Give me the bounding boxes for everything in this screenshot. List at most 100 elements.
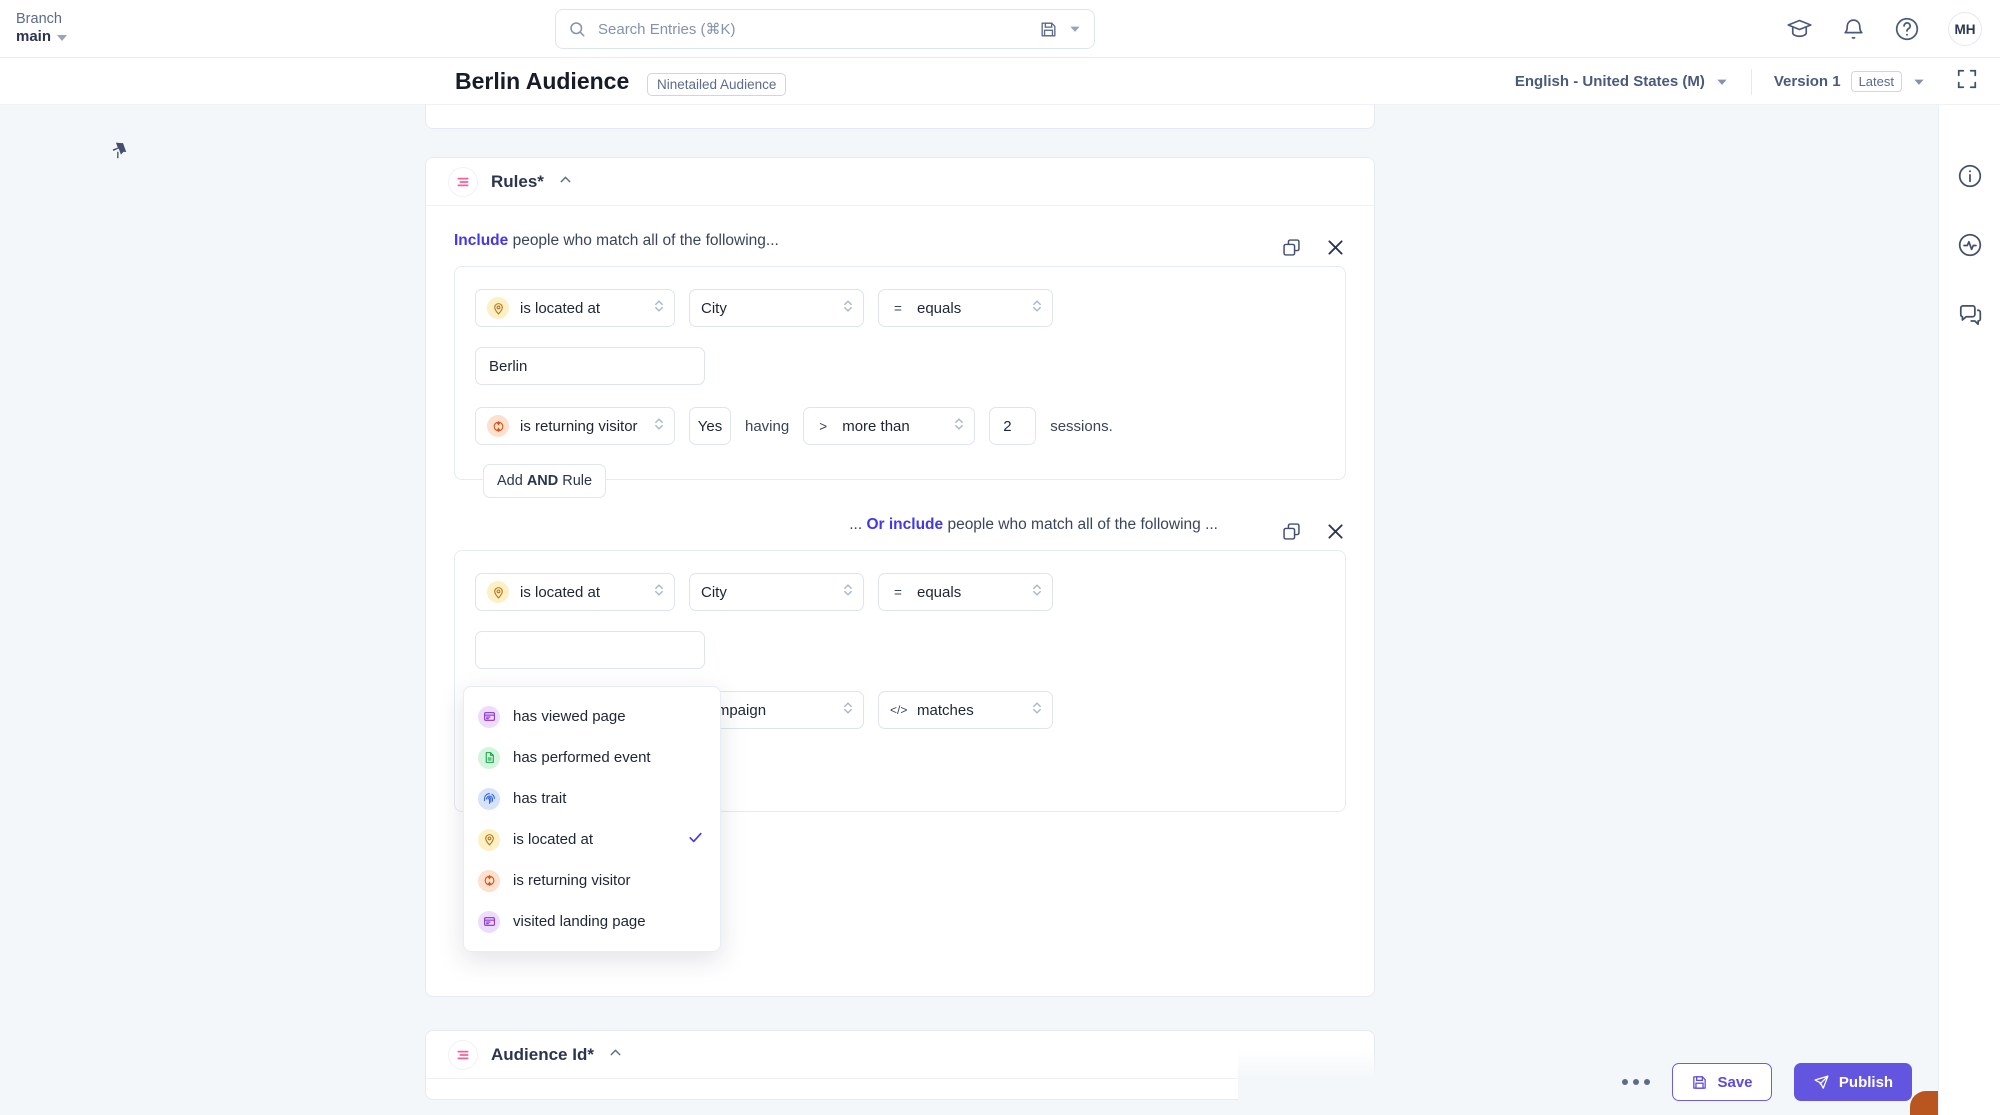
comparator-value: more than bbox=[842, 417, 910, 435]
more-options-button[interactable] bbox=[1622, 1079, 1650, 1085]
updown-icon bbox=[1031, 298, 1043, 318]
save-entry-icon[interactable] bbox=[1039, 20, 1058, 39]
branch-selector[interactable]: Branch main bbox=[16, 10, 68, 47]
save-button[interactable]: Save bbox=[1672, 1063, 1772, 1101]
rule-group-2-actions bbox=[1277, 517, 1349, 545]
property-select[interactable]: City bbox=[689, 289, 864, 327]
audience-id-section-title: Audience Id* bbox=[491, 1044, 594, 1064]
value-input[interactable] bbox=[475, 631, 705, 669]
menu-item-visited-landing-page[interactable]: visited landing page bbox=[464, 901, 720, 942]
version-label: Version 1 bbox=[1773, 73, 1841, 90]
updown-icon bbox=[842, 700, 854, 720]
menu-item-label: is located at bbox=[513, 831, 594, 848]
action-bar: Save Publish bbox=[1238, 1049, 1938, 1115]
updown-icon bbox=[953, 416, 965, 436]
fullscreen-icon[interactable] bbox=[1956, 68, 1978, 95]
branch-name-text: main bbox=[16, 28, 52, 46]
info-icon[interactable] bbox=[1957, 163, 1983, 194]
operator-select[interactable]: = equals bbox=[878, 573, 1053, 611]
chevron-down-icon[interactable] bbox=[1068, 22, 1082, 36]
or-prefix: ... bbox=[849, 516, 867, 533]
page-header: Berlin Audience Ninetailed Audience Engl… bbox=[0, 58, 2000, 105]
rule-row: is returning visitor Yes having > more t… bbox=[475, 407, 1325, 445]
menu-item-label: is returning visitor bbox=[513, 872, 631, 889]
equals-icon: = bbox=[894, 584, 902, 600]
menu-item-has-performed-event[interactable]: has performed event bbox=[464, 737, 720, 778]
audience-id-card-header[interactable]: Audience Id* bbox=[426, 1031, 1374, 1079]
duplicate-group-button[interactable] bbox=[1277, 517, 1305, 545]
save-icon bbox=[1693, 1075, 1707, 1089]
code-icon: </> bbox=[890, 703, 908, 717]
attribute-value: is returning visitor bbox=[520, 417, 638, 435]
help-icon[interactable] bbox=[1894, 16, 1920, 42]
branch-name[interactable]: main bbox=[16, 28, 68, 47]
previous-section-card bbox=[425, 105, 1375, 129]
menu-item-label: has viewed page bbox=[513, 708, 626, 725]
session-count-input[interactable]: 2 bbox=[989, 407, 1037, 445]
divider bbox=[1750, 68, 1752, 95]
locale-selector[interactable]: English - United States (M) bbox=[1515, 73, 1729, 90]
top-bar-actions: MH bbox=[1786, 0, 1982, 58]
top-bar: Branch main Search Entries (⌘K) MH bbox=[0, 0, 2000, 58]
value-input[interactable]: Berlin bbox=[475, 347, 705, 385]
chevron-down-icon bbox=[1914, 79, 1924, 85]
bell-icon[interactable] bbox=[1841, 17, 1866, 42]
avatar[interactable]: MH bbox=[1948, 12, 1982, 46]
add-and-rule-button[interactable]: Add AND Rule bbox=[483, 464, 607, 498]
updown-icon bbox=[842, 582, 854, 602]
menu-item-has-viewed-page[interactable]: has viewed page bbox=[464, 696, 720, 737]
menu-item-is-returning-visitor[interactable]: is returning visitor bbox=[464, 860, 720, 901]
comparator-select[interactable]: > more than bbox=[803, 407, 976, 445]
greater-than-icon: > bbox=[819, 418, 828, 434]
property-select[interactable]: City bbox=[689, 573, 864, 611]
attribute-dropdown-menu[interactable]: has viewed page has performed event has tr… bbox=[463, 686, 721, 952]
branch-label: Branch bbox=[16, 11, 62, 28]
corner-accent bbox=[1910, 1091, 1938, 1115]
delete-group-button[interactable] bbox=[1321, 517, 1349, 545]
dot bbox=[1633, 1079, 1639, 1085]
version-selector[interactable]: Version 1 Latest bbox=[1774, 71, 1926, 92]
equals-icon: = bbox=[894, 300, 902, 316]
publish-button[interactable]: Publish bbox=[1794, 1063, 1912, 1101]
include-keyword: Include bbox=[454, 232, 509, 249]
operator-value: matches bbox=[917, 701, 974, 719]
updown-icon bbox=[653, 416, 665, 436]
chevron-down-icon bbox=[57, 34, 68, 41]
rules-section-icon bbox=[448, 166, 478, 197]
menu-item-label: has trait bbox=[513, 790, 567, 807]
search-bar[interactable] bbox=[555, 9, 1095, 49]
content-type-badge: Ninetailed Audience bbox=[647, 73, 787, 96]
menu-item-has-trait[interactable]: has trait bbox=[464, 778, 720, 819]
collapse-chevron-icon[interactable] bbox=[607, 1044, 624, 1066]
dot bbox=[1622, 1079, 1628, 1085]
activity-icon[interactable] bbox=[1957, 232, 1983, 263]
browser-window-icon bbox=[478, 910, 500, 933]
boolean-value-input[interactable]: Yes bbox=[689, 407, 731, 445]
delete-group-button[interactable] bbox=[1321, 233, 1349, 261]
search-input[interactable] bbox=[596, 19, 1029, 39]
rules-card-header[interactable]: Rules* bbox=[426, 158, 1374, 206]
operator-select[interactable]: = equals bbox=[878, 289, 1053, 327]
include-description: Include people who match all of the foll… bbox=[454, 232, 1346, 250]
include-rest: people who match all of the following... bbox=[508, 232, 779, 249]
audience-id-section-icon bbox=[448, 1039, 478, 1070]
comments-icon[interactable] bbox=[1957, 301, 1983, 332]
operator-select[interactable]: </> matches bbox=[878, 691, 1053, 729]
dot bbox=[1644, 1079, 1650, 1085]
rule-group-1-actions bbox=[1277, 233, 1349, 261]
avatar-initials: MH bbox=[1954, 21, 1976, 37]
property-value: City bbox=[701, 583, 727, 601]
attribute-select[interactable]: is returning visitor bbox=[475, 407, 675, 445]
graduation-cap-icon[interactable] bbox=[1786, 16, 1813, 43]
attribute-select[interactable]: is located at bbox=[475, 289, 675, 327]
audience-id-card: Audience Id* bbox=[425, 1030, 1375, 1100]
duplicate-group-button[interactable] bbox=[1277, 233, 1305, 261]
operator-value: equals bbox=[917, 583, 962, 601]
main-content: Rules* Include people who match all of t… bbox=[0, 105, 1938, 1115]
attribute-select[interactable]: is located at bbox=[475, 573, 675, 611]
search-icon bbox=[570, 22, 585, 37]
collapse-chevron-icon[interactable] bbox=[557, 171, 574, 193]
menu-item-is-located-at[interactable]: is located at bbox=[464, 819, 720, 860]
add-and-bold: AND bbox=[526, 473, 559, 489]
returning-visitor-icon bbox=[478, 869, 500, 892]
